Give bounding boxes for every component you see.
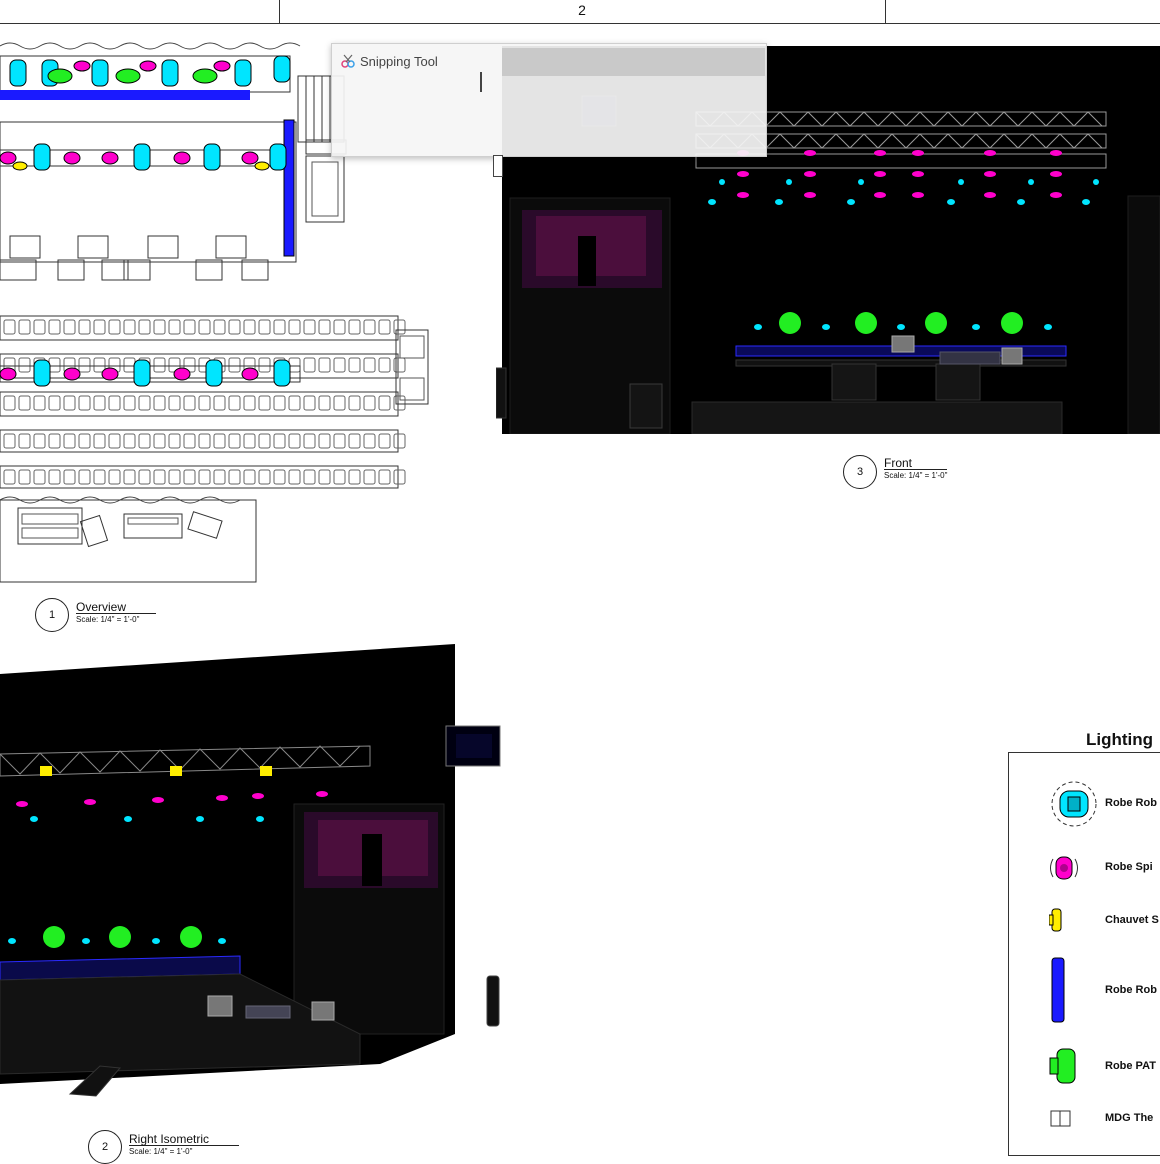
title-divider [885, 0, 886, 23]
legend-label: MDG The [1105, 1112, 1154, 1124]
view-number-bubble: 2 [88, 1130, 122, 1164]
divider-handle [480, 72, 482, 92]
view-scale: Scale: 1/4" = 1'-0" [884, 471, 948, 480]
right-isometric-render [0, 644, 501, 1097]
sheet-number: 2 [578, 2, 586, 18]
legend-label: Robe PAT [1105, 1060, 1156, 1072]
snipping-tool-title: Snipping Tool [360, 54, 438, 69]
view-title: Front [884, 457, 948, 470]
view-title: Overview [76, 601, 157, 614]
snipping-tool-window[interactable]: Snipping Tool [331, 43, 767, 157]
legend-label: Chauvet S [1105, 914, 1159, 926]
scroll-handle[interactable] [493, 155, 503, 177]
title-divider [279, 0, 280, 23]
legend-label: Robe Spi [1105, 861, 1153, 873]
view-number-bubble: 3 [843, 455, 877, 489]
view-title-overview: Overview Scale: 1/4" = 1'-0" [76, 601, 157, 624]
snipping-tool-toolbar [502, 48, 765, 76]
chauvet-icon [1049, 908, 1062, 932]
view-scale: Scale: 1/4" = 1'-0" [76, 615, 140, 624]
robe-spot-icon [1051, 781, 1097, 827]
legend-title: Lighting [1086, 730, 1154, 749]
robe-spiider-icon [1050, 856, 1078, 880]
view-number-bubble: 1 [35, 598, 69, 632]
view-title-front: Front Scale: 1/4" = 1'-0" [884, 457, 948, 480]
scissors-icon [341, 54, 355, 68]
legend-label: Robe Rob [1105, 984, 1157, 996]
view-scale: Scale: 1/4" = 1'-0" [129, 1147, 193, 1156]
robe-batten-icon [1051, 957, 1065, 1023]
title-block-strip: 2 [0, 0, 1160, 24]
view-title-right-isometric: Right Isometric Scale: 1/4" = 1'-0" [129, 1133, 240, 1156]
view-title: Right Isometric [129, 1133, 240, 1146]
legend-label: Robe Rob [1105, 797, 1157, 809]
lighting-legend: Robe Rob Robe Spi Chauvet S Robe Rob Rob… [1008, 752, 1160, 1156]
mdg-hazer-icon [1050, 1110, 1071, 1127]
robe-pat-icon [1049, 1048, 1076, 1084]
